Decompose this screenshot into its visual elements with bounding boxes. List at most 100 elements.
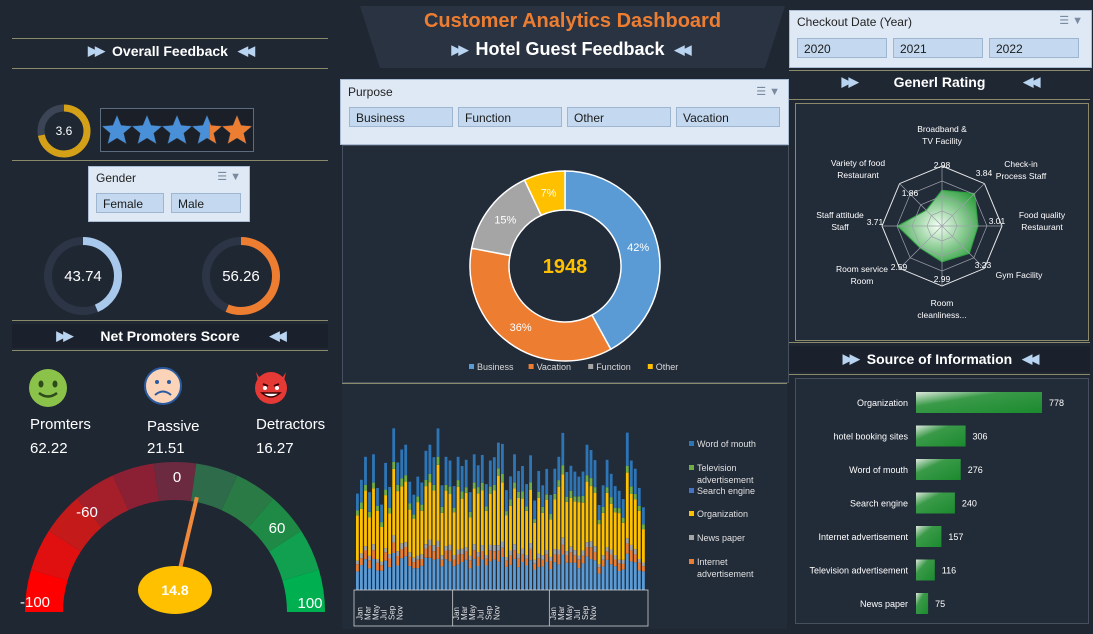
stacked-bar-segment: [593, 492, 597, 547]
purpose-donut-chart: 42% 36% 15% 7% 1948 Business Vacation Functio…: [469, 170, 679, 372]
year-option-2020[interactable]: 2020: [797, 38, 887, 58]
stacked-bar-segment: [488, 550, 492, 562]
stacked-bar-segment: [633, 468, 637, 494]
source-bar: [916, 593, 929, 614]
filter-icons[interactable]: ☰ ▼: [756, 85, 780, 98]
stacked-bar-segment: [416, 555, 420, 560]
rating-header: ▶▶ Generl Rating ◀◀: [789, 74, 1090, 90]
stacked-bar-segment: [452, 566, 456, 590]
stacked-bar-segment: [424, 450, 428, 480]
stacked-bar-segment: [480, 482, 484, 491]
stacked-bar-segment: [629, 544, 633, 551]
filter-icons[interactable]: ☰ ▼: [217, 170, 241, 183]
purpose-option-other[interactable]: Other: [567, 107, 671, 127]
stacked-bar-segment: [529, 548, 532, 561]
gauge-label-neg60: -60: [76, 504, 98, 521]
stacked-bar-segment: [408, 556, 412, 566]
legend-label: Other: [656, 362, 679, 372]
nps-title: Net Promoters Score: [100, 328, 240, 344]
rating-radar-panel: 2.98 3.84 3.01 3.23 2.99 2.59 3.71 1.86 Broadban…: [795, 103, 1089, 341]
stacked-bar-segment: [561, 474, 565, 538]
stacked-bar-segment: [432, 551, 436, 560]
stacked-bar-segment: [444, 490, 448, 547]
gender-slicer: Gender ☰ ▼ Female Male: [88, 166, 250, 222]
stacked-bar-segment: [464, 559, 468, 590]
stacked-bar-segment: [613, 559, 617, 567]
stacked-bar-segment: [416, 476, 420, 497]
stacked-bar-segment: [392, 468, 396, 536]
promoters-value: 62.22: [30, 440, 68, 457]
stacked-bar-segment: [609, 473, 613, 498]
stacked-bar-segment: [509, 476, 512, 500]
stacked-bar-segment: [517, 553, 520, 559]
stacked-bar-segment: [637, 562, 641, 571]
stacked-bar-segment: [400, 543, 404, 550]
stacked-bar-segment: [364, 490, 367, 547]
gender-option-female[interactable]: Female: [96, 193, 164, 213]
purpose-option-function[interactable]: Function: [458, 107, 562, 127]
gender-option-male[interactable]: Male: [171, 193, 241, 213]
stacked-bar-segment: [605, 487, 609, 493]
stacked-bar-segment: [364, 456, 367, 485]
stacked-bar-segment: [517, 471, 520, 492]
stacked-bar-segment: [642, 571, 645, 590]
stacked-bar-segment: [637, 488, 641, 506]
stacked-bar-segment: [601, 566, 605, 590]
stacked-bar-segment: [642, 566, 645, 572]
stacked-bar-segment: [509, 550, 512, 556]
stacked-bar-segment: [525, 511, 528, 556]
stacked-bar-segment: [601, 506, 605, 513]
overall-feedback-header: ▶▶ Overall Feedback ◀◀: [12, 43, 328, 59]
year-option-2022[interactable]: 2022: [989, 38, 1079, 58]
stacked-bar-segment: [472, 488, 476, 545]
source-bar-value: 778: [1049, 398, 1064, 408]
stacked-bar-segment: [448, 493, 452, 545]
stacked-bar-segment: [593, 546, 597, 552]
stacked-bar-segment: [609, 549, 613, 555]
stacked-bar-segment: [388, 554, 391, 559]
stacked-bar-segment: [380, 527, 383, 562]
stacked-bar-segment: [424, 548, 428, 558]
stacked-bar-segment: [464, 492, 468, 548]
stacked-bar-segment: [609, 503, 613, 550]
stars-icon: [101, 114, 253, 145]
stacked-bar-segment: [404, 481, 408, 543]
stacked-bar-segment: [505, 560, 508, 567]
stacked-bar-segment: [521, 466, 524, 492]
stacked-bar-segment: [541, 555, 545, 560]
radar-axis-label: Process Staff: [996, 171, 1047, 181]
stacked-bar-segment: [380, 570, 383, 590]
stacked-bar-segment: [356, 564, 359, 572]
stacked-bar-segment: [625, 543, 629, 554]
stacked-bar-segment: [597, 505, 601, 520]
legend-swatch: [689, 511, 694, 516]
axis-month-label: Nov: [589, 606, 598, 620]
source-bar-label: Search engine: [850, 499, 908, 509]
radar-axis-label: Variety of food: [831, 158, 885, 168]
source-bar-value: 157: [948, 532, 963, 542]
stacked-bar-segment: [404, 542, 408, 547]
stacked-bar-segment: [597, 519, 601, 524]
purpose-option-business[interactable]: Business: [349, 107, 453, 127]
purpose-option-vacation[interactable]: Vacation: [676, 107, 780, 127]
stacked-bar-segment: [428, 557, 432, 590]
stacked-bar-segment: [513, 488, 516, 545]
stacked-bar-segment: [581, 563, 585, 590]
stacked-bar-segment: [384, 552, 387, 561]
radar-axis-label: Room: [931, 298, 954, 308]
stacked-bar-segment: [396, 462, 400, 485]
stacked-bar-segment: [585, 444, 589, 476]
stacked-bar-segment: [505, 557, 508, 561]
filter-icons[interactable]: ☰ ▼: [1059, 14, 1083, 27]
stacked-bar-segment: [452, 559, 456, 567]
stacked-bar-segment: [513, 544, 516, 551]
stacked-bar-segment: [529, 490, 532, 544]
gauge-label-100: 100: [297, 595, 322, 612]
double-chevron-right-icon: ▶▶: [88, 43, 105, 58]
stacked-bar-segment: [621, 569, 625, 590]
stacked-bar-segment: [360, 508, 363, 554]
stacked-bar-segment: [468, 556, 472, 561]
stacked-bar-segment: [609, 554, 613, 565]
double-chevron-left-icon: ◀◀: [674, 41, 692, 57]
year-option-2021[interactable]: 2021: [893, 38, 983, 58]
